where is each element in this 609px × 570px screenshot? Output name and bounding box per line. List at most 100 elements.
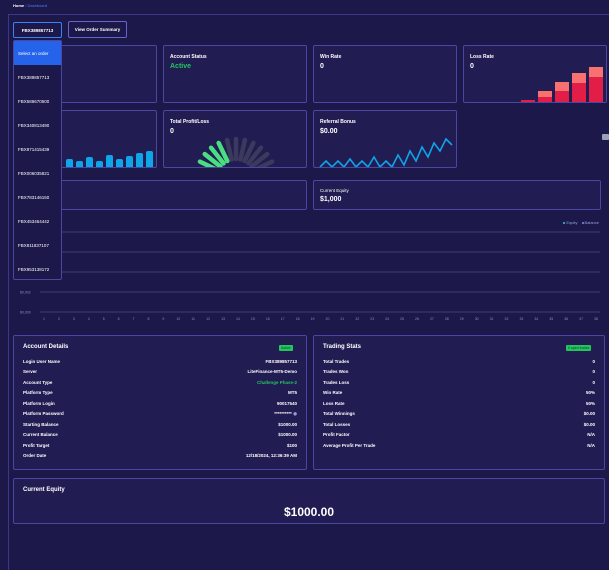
account-details-panel: Account Details Active Login User Name FB… (13, 335, 307, 470)
trading-stat-row: Total Losses $0.00 (323, 419, 595, 429)
account-detail-value: FBX389857713 (265, 358, 297, 364)
account-detail-row: Starting Balance $1000.00 (23, 419, 297, 429)
trading-stat-value: N/A (587, 442, 595, 448)
account-detail-row: Platform Password ********** ◉ (23, 409, 297, 419)
x-tick-label: 8 (147, 317, 149, 321)
x-tick-label: 33 (519, 317, 523, 321)
account-detail-label: Platform Type (23, 390, 53, 395)
password-wrap: ********** ◉ (274, 411, 297, 417)
trading-stat-label: Average Profit Per Trade (323, 442, 376, 448)
current-equity-amount: $1000.00 (283, 505, 335, 519)
trading-stat-label: Win Rate (323, 390, 343, 395)
trading-stat-row: Average Profit Per Trade N/A (323, 440, 595, 450)
dropdown-option[interactable]: FBX340813490 (14, 113, 61, 137)
x-tick-label: 9 (162, 317, 164, 321)
trading-stat-label: Loss Rate (323, 400, 345, 406)
dropdown-option[interactable]: FBX953138172 (14, 257, 61, 281)
x-tick-label: 15 (251, 317, 255, 321)
x-tick-label: 13 (221, 317, 225, 321)
trading-stat-row: Loss Rate 50% (323, 398, 595, 408)
account-detail-value: MT5 (288, 390, 297, 395)
dropdown-option[interactable]: FBX811837107 (14, 233, 61, 257)
x-tick-label: 34 (534, 317, 538, 321)
account-detail-row: Platform Login 90017540 (23, 398, 297, 408)
account-detail-row: Order Date 12/18/2024, 12:36:39 AM (23, 451, 297, 461)
x-tick-label: 1 (43, 317, 45, 321)
dropdown-option[interactable]: FBX006035821 (14, 161, 61, 185)
trading-stat-label: Profit Factor (323, 432, 350, 437)
dropdown-option[interactable]: FBX389857713 (14, 65, 61, 89)
x-tick-label: 26 (415, 317, 419, 321)
dropdown-option[interactable]: FBX453464442 (14, 209, 61, 233)
x-tick-label: 5 (103, 317, 105, 321)
trading-stat-row: Total Winnings $0.00 (323, 409, 595, 419)
dropdown-option[interactable]: FBX586670500 (14, 89, 61, 113)
trading-stat-label: Total Trades (323, 358, 350, 364)
account-status-badge: Active (279, 345, 293, 351)
open-trades-badge: 0 open trades (566, 345, 592, 351)
account-detail-value: 90017540 (276, 400, 297, 406)
trading-stat-row: Trades Loss 0 (323, 377, 595, 387)
trading-stat-label: Total Losses (323, 421, 351, 427)
x-tick-label: 4 (88, 317, 90, 321)
trading-stat-value: $0.00 (583, 421, 595, 427)
account-detail-label: Profit Target (23, 442, 50, 448)
dropdown-option[interactable]: FBX971415439 (14, 137, 61, 161)
x-tick-label: 25 (400, 317, 404, 321)
x-tick-label: 31 (490, 317, 494, 321)
dropdown-option[interactable]: FBX783146150 (14, 185, 61, 209)
account-detail-label: Account Type (23, 379, 53, 385)
account-detail-value: LiteFinance-MT5-Demo (247, 369, 297, 374)
x-tick-label: 11 (191, 317, 195, 321)
account-detail-row: Login User Name FBX389857713 (23, 356, 297, 366)
trading-stat-row: Win Rate 50% (323, 388, 595, 398)
account-detail-label: Server (23, 369, 38, 374)
account-detail-label: Login User Name (23, 358, 61, 364)
account-detail-label: Order Date (23, 453, 47, 458)
account-detail-row: Platform Type MT5 (23, 388, 297, 398)
trading-stat-row: Total Trades 0 (323, 356, 595, 366)
account-detail-row: Server LiteFinance-MT5-Demo (23, 367, 297, 377)
x-tick-label: 32 (505, 317, 509, 321)
equity-chart: 1 2 3 4 5 6 7 8 9 10 11 12 13 14 15 16 17 18 19 20 21 22 23 24 2… (20, 231, 600, 321)
x-tick-label: 24 (385, 317, 389, 321)
account-detail-value: $1000.00 (278, 421, 297, 427)
x-tick-label: 35 (549, 317, 553, 321)
trading-stat-value: 0 (592, 369, 595, 374)
trading-stats-panel: Trading Stats 0 open trades Total Trades… (313, 335, 605, 470)
x-tick-label: 28 (445, 317, 449, 321)
account-detail-value: Challenge Phase-2 (256, 379, 297, 385)
dropdown-placeholder-option[interactable]: Select an order (14, 41, 61, 65)
trading-stat-value: 0 (592, 358, 595, 364)
x-tick-label: 10 (176, 317, 180, 321)
current-equity-title: Current Equity (23, 487, 65, 493)
x-tick-label: 21 (340, 317, 344, 321)
show-password-icon[interactable]: ◉ (292, 411, 297, 416)
account-detail-label: Current Balance (23, 432, 58, 437)
x-tick-label: 27 (430, 317, 434, 321)
trading-stat-label: Trades Won (323, 369, 349, 374)
trading-stat-value: N/A (587, 432, 595, 437)
x-tick-label: 2 (58, 317, 60, 321)
trading-stat-label: Total Winnings (323, 411, 355, 416)
account-details-title: Account Details (23, 344, 69, 350)
y-tick-label: $0,002 (20, 291, 31, 295)
x-tick-label: 20 (326, 317, 330, 321)
trading-stat-row: Trades Won 0 (323, 367, 595, 377)
trading-stats-title: Trading Stats (323, 344, 362, 350)
account-detail-label: Platform Password (23, 411, 64, 416)
x-tick-label: 17 (281, 317, 285, 321)
x-tick-label: 38 (594, 317, 598, 321)
trading-stat-row: Profit Factor N/A (323, 430, 595, 440)
account-detail-value: 12/18/2024, 12:36:39 AM (245, 453, 297, 458)
x-tick-label: 14 (236, 317, 240, 321)
account-detail-row: Current Balance $1000.00 (23, 430, 297, 440)
x-tick-label: 37 (579, 317, 583, 321)
x-tick-label: 36 (564, 317, 568, 321)
account-detail-value: $100 (286, 442, 297, 448)
x-tick-label: 7 (133, 317, 135, 321)
account-detail-label: Starting Balance (23, 421, 59, 427)
account-detail-value: $1000.00 (278, 432, 297, 437)
x-tick-label: 19 (311, 317, 315, 321)
x-tick-label: 30 (475, 317, 479, 321)
